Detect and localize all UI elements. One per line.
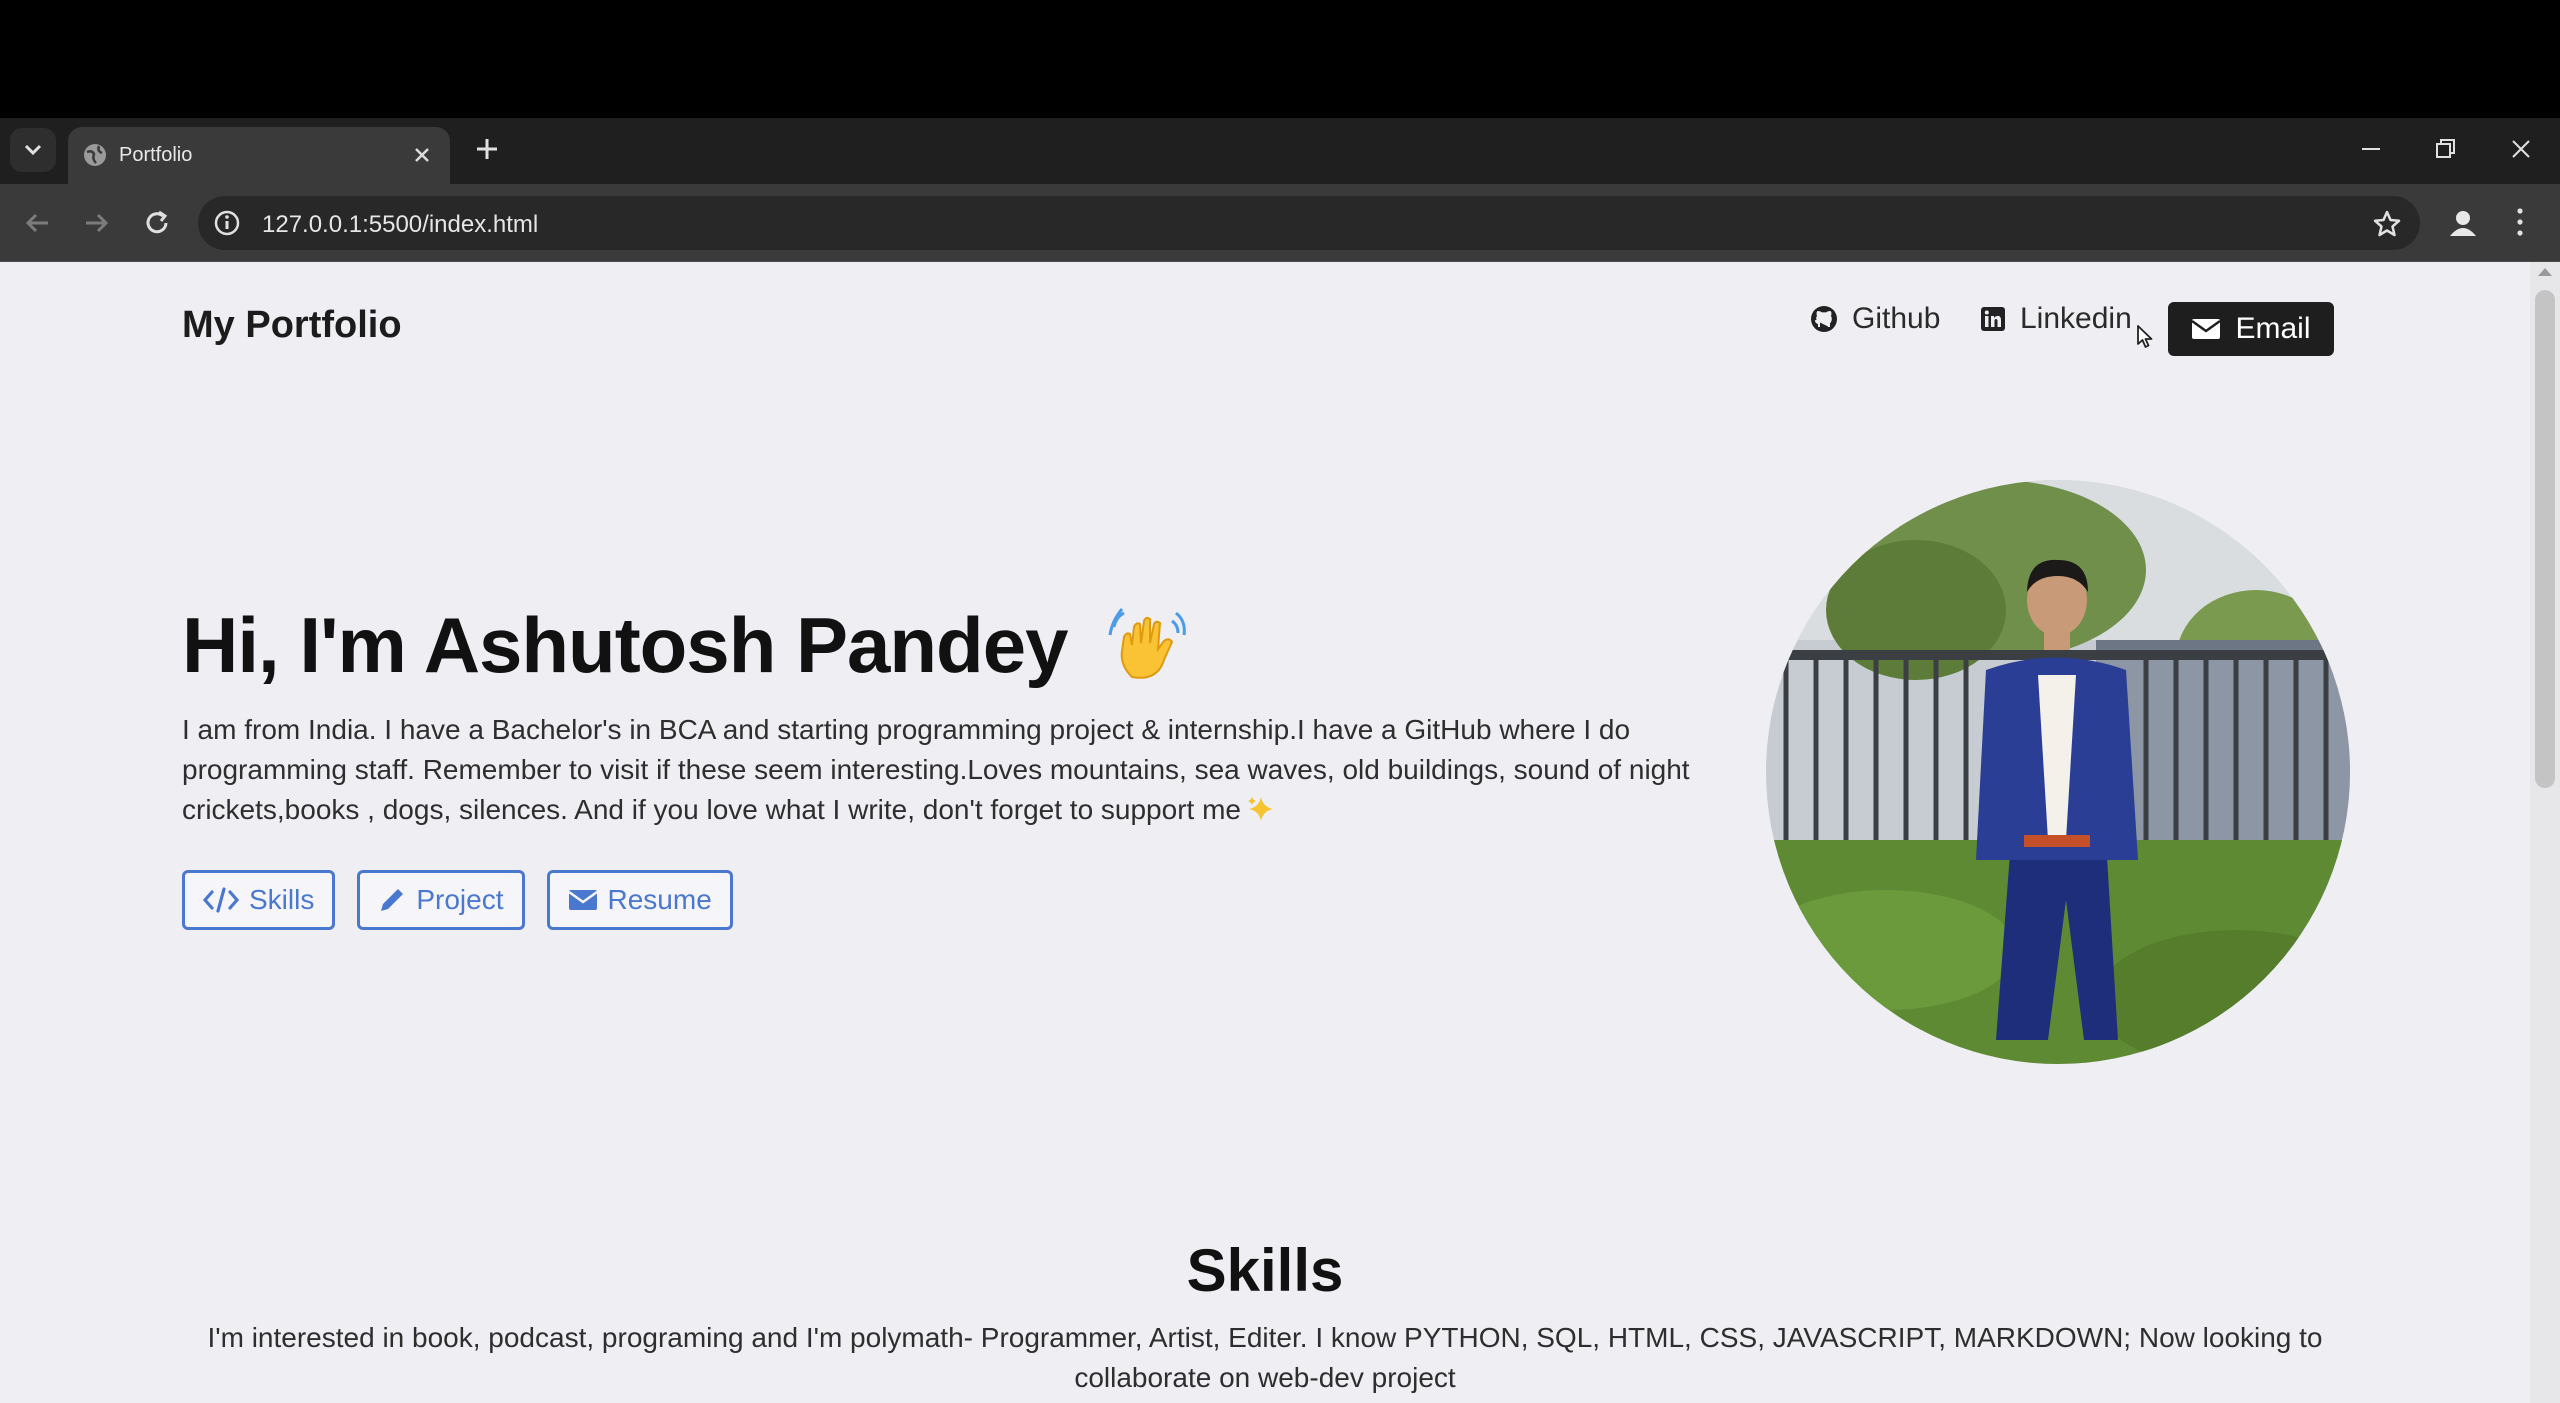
- github-icon: [1811, 306, 1837, 332]
- envelope-icon: [2191, 319, 2222, 339]
- hero-description: I am from India. I have a Bachelor's in …: [182, 710, 1692, 830]
- project-button-label: Project: [416, 884, 504, 915]
- skills-section-title: Skills: [1186, 1237, 1344, 1304]
- mouse-cursor-icon: [2137, 325, 2153, 348]
- tab-portfolio[interactable]: Portfolio: [68, 127, 450, 184]
- profile-icon[interactable]: [2446, 206, 2480, 240]
- nav-github-link[interactable]: Github: [1810, 302, 1940, 336]
- resume-button-label: Resume: [607, 884, 712, 915]
- profile-photo: [1766, 480, 2350, 1064]
- skills-button-label: Skills: [249, 884, 315, 915]
- globe-icon: [84, 144, 106, 166]
- screen-top-bar: [0, 0, 2560, 118]
- nav-linkedin-label: Linkedin: [2020, 302, 2132, 335]
- bookmark-star-icon[interactable]: [2372, 209, 2402, 239]
- url-text[interactable]: 127.0.0.1:5500/index.html: [262, 211, 538, 239]
- scroll-up-arrow-icon[interactable]: [2538, 268, 2552, 276]
- hero-button-group: Skills Project Resume: [182, 870, 733, 930]
- nav-linkedin-link[interactable]: Linkedin: [1980, 302, 2132, 336]
- resume-button[interactable]: Resume: [546, 870, 733, 930]
- skills-description: I'm interested in book, podcast, program…: [207, 1322, 2323, 1393]
- tab-search-button[interactable]: [10, 128, 56, 172]
- scrollbar-thumb[interactable]: [2535, 290, 2555, 788]
- hero-description-text: I am from India. I have a Bachelor's in …: [182, 714, 1690, 825]
- address-bar: 127.0.0.1:5500/index.html: [0, 184, 2560, 262]
- code-icon: [203, 887, 239, 913]
- minimize-icon[interactable]: [2356, 134, 2386, 164]
- tab-strip: Portfolio: [0, 118, 2560, 184]
- restore-icon[interactable]: [2430, 134, 2460, 164]
- forward-icon[interactable]: [80, 206, 114, 240]
- close-icon[interactable]: [408, 141, 436, 169]
- reload-icon[interactable]: [140, 206, 174, 240]
- sparkles-icon: [1247, 797, 1273, 821]
- plus-icon[interactable]: [472, 134, 502, 164]
- site-info-icon[interactable]: [212, 208, 242, 238]
- project-button[interactable]: Project: [357, 870, 525, 930]
- page-scrollbar[interactable]: [2530, 262, 2560, 1403]
- more-options-icon[interactable]: [2514, 204, 2526, 240]
- email-button-label: Email: [2235, 312, 2311, 345]
- pencil-icon: [381, 889, 404, 911]
- skills-button[interactable]: Skills: [182, 870, 336, 930]
- hero-title: Hi, I'm Ashutosh Pandey: [182, 601, 1068, 689]
- back-icon[interactable]: [20, 206, 54, 240]
- site-brand[interactable]: My Portfolio: [182, 304, 402, 347]
- chevron-down-icon: [24, 144, 42, 156]
- page-viewport: My Portfolio Github Linkedin Email Hi, I…: [0, 262, 2530, 1403]
- window-close-icon[interactable]: [2506, 134, 2536, 164]
- waving-hand-icon: [1108, 608, 1186, 679]
- nav-github-label: Github: [1852, 302, 1941, 335]
- email-button[interactable]: Email: [2168, 302, 2334, 356]
- tab-title: Portfolio: [119, 144, 193, 166]
- linkedin-icon: [1981, 307, 2005, 331]
- omnibox[interactable]: 127.0.0.1:5500/index.html: [198, 196, 2420, 250]
- envelope-icon: [567, 890, 598, 910]
